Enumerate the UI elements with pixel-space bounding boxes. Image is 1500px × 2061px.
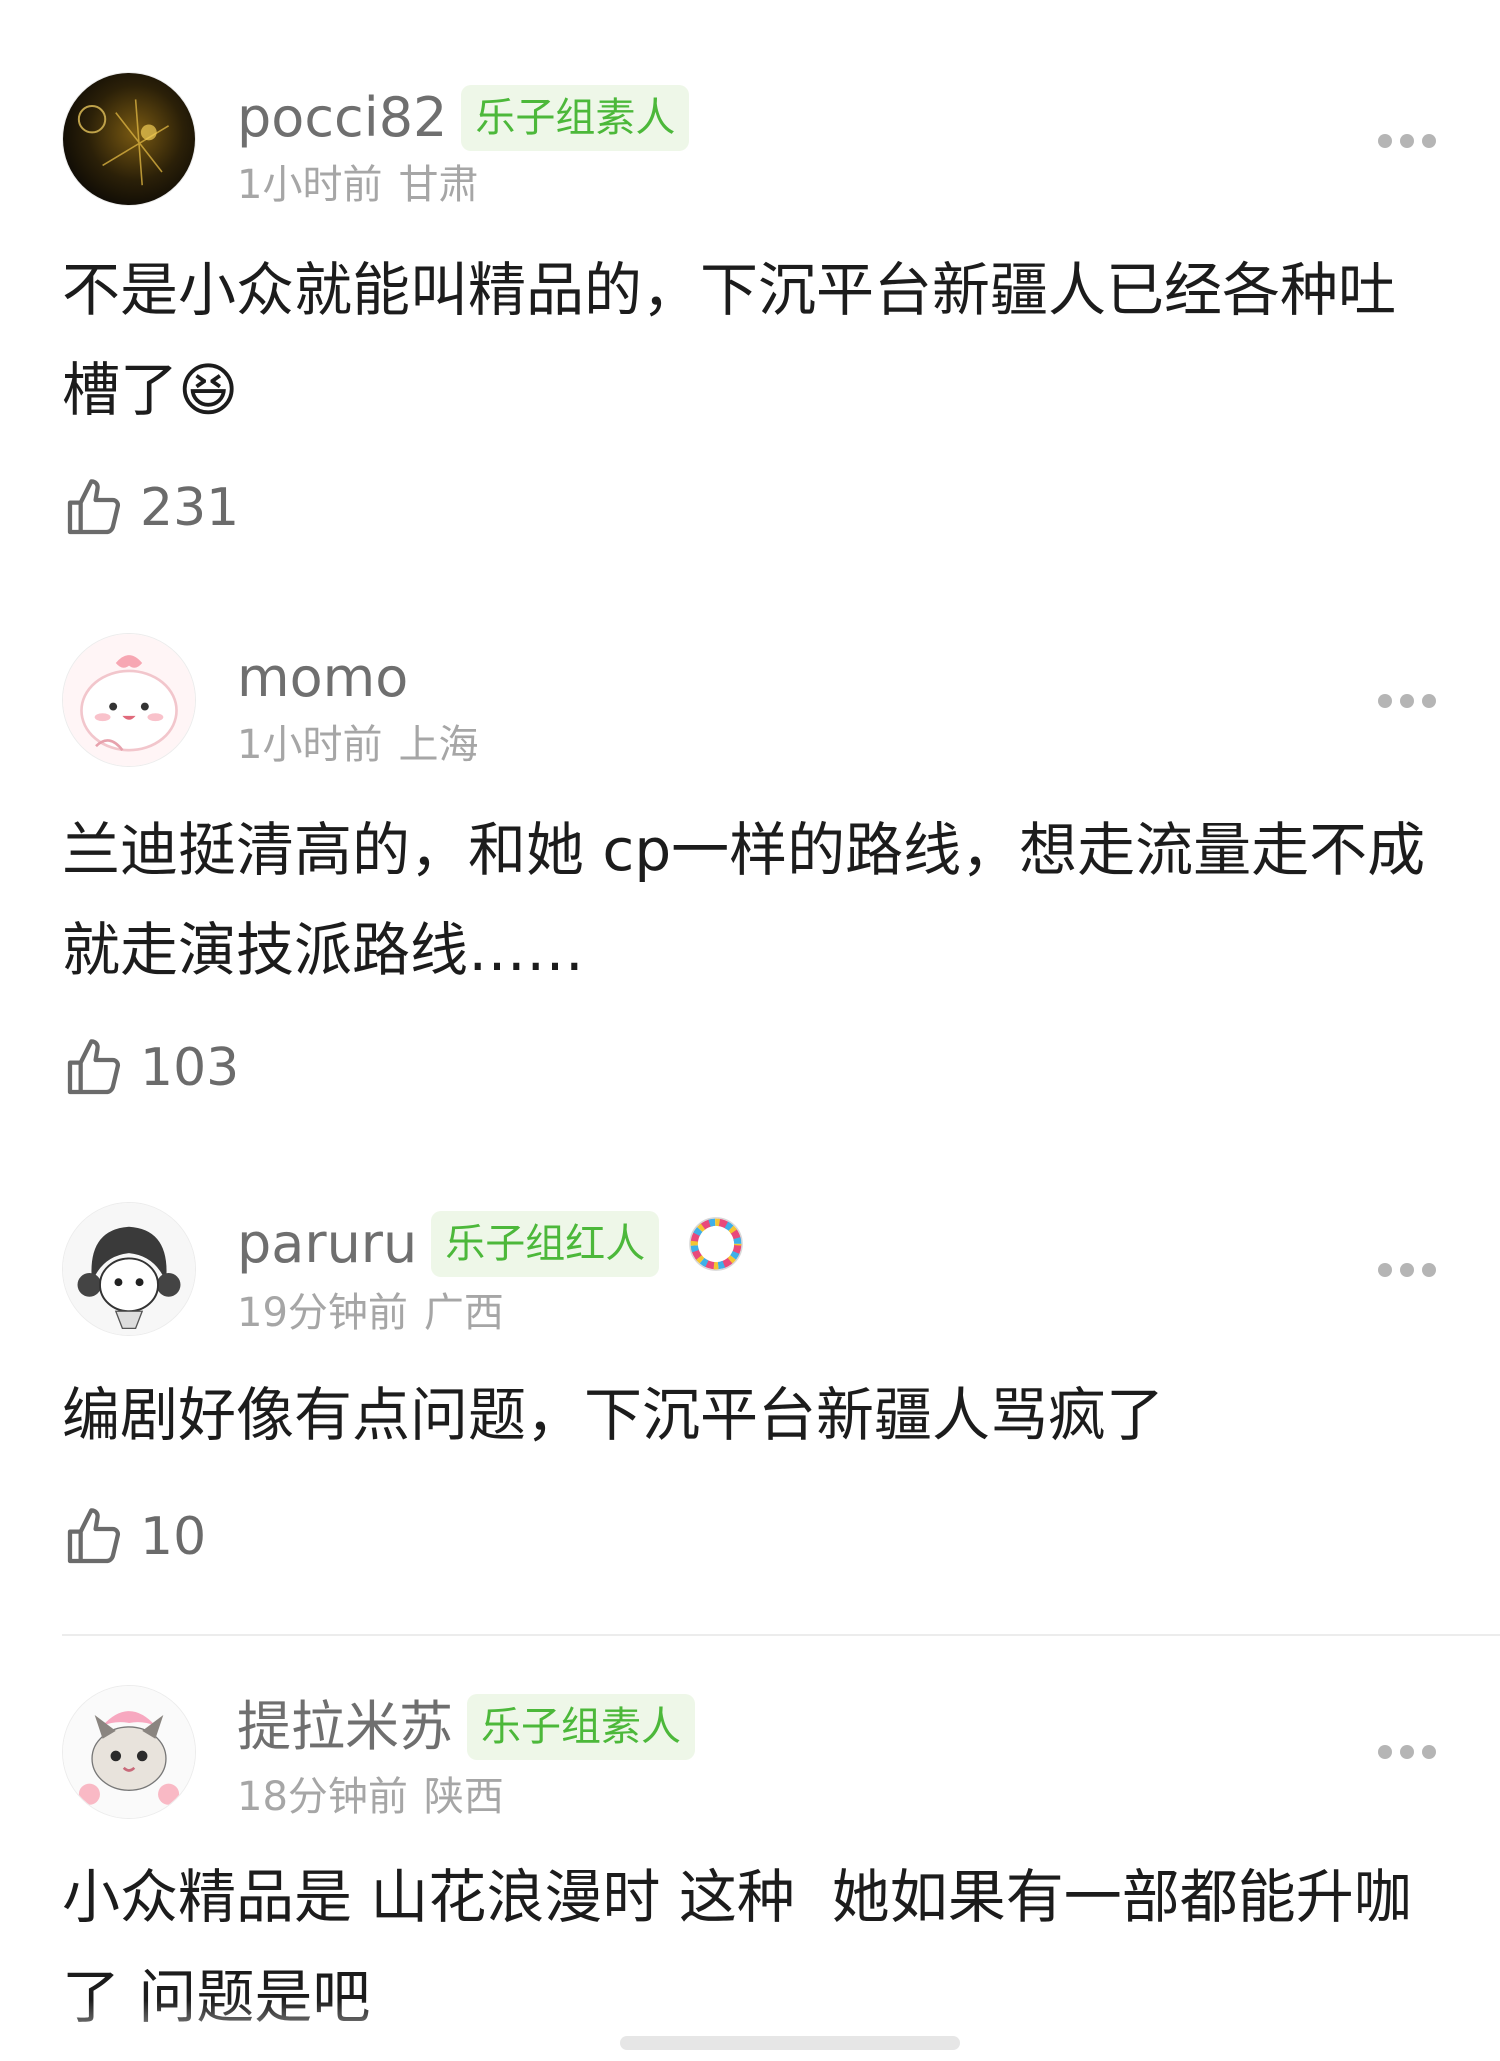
comment-location: 广西 — [423, 1290, 504, 1336]
thumbs-up-icon — [67, 1039, 121, 1095]
comment-body: 不是小众就能叫精品的，下沉平台新疆人已经各种吐槽了 — [62, 256, 1397, 424]
name-row: pocci82 乐子组素人 — [237, 83, 690, 153]
name-row: momo — [237, 643, 408, 713]
comment-meta: 1小时前 甘肃 — [237, 160, 478, 210]
laughing-emoji-icon: 😆 — [178, 356, 239, 424]
thumbs-up-icon — [67, 1508, 121, 1564]
avatar[interactable] — [62, 1685, 196, 1819]
comment-location: 上海 — [398, 722, 479, 768]
more-dots-icon[interactable] — [1378, 134, 1436, 148]
thumbs-up-icon — [67, 479, 121, 535]
avatar-image — [63, 1203, 195, 1335]
username[interactable]: pocci82 — [237, 83, 447, 153]
more-dots-icon[interactable] — [1378, 1745, 1436, 1759]
watermark — [620, 2036, 960, 2050]
comment-meta: 1小时前 上海 — [237, 720, 478, 770]
group-badge[interactable]: 乐子组红人 — [431, 1211, 660, 1277]
name-row: paruru 乐子组红人 — [237, 1209, 745, 1279]
comment-text: 小众精品是 山花浪漫时 这种 她如果有一部都能升咖了 问题是吧 — [62, 1863, 1412, 2031]
group-badge[interactable]: 乐子组素人 — [461, 85, 690, 151]
group-badge[interactable]: 乐子组素人 — [467, 1694, 695, 1760]
like-count: 231 — [140, 478, 240, 538]
comment-time: 19分钟前 — [237, 1290, 408, 1336]
comment-location: 甘肃 — [398, 162, 479, 208]
like-button[interactable]: 103 — [62, 1033, 239, 1103]
comment-location: 陕西 — [423, 1774, 504, 1820]
more-dots-icon[interactable] — [1378, 694, 1436, 708]
like-button[interactable]: 10 — [62, 1502, 206, 1572]
divider — [62, 1634, 1500, 1636]
name-row: 提拉米苏 乐子组素人 — [237, 1692, 695, 1762]
avatar-image — [63, 73, 195, 205]
avatar[interactable] — [62, 1202, 196, 1336]
comment-text: 编剧好像有点问题，下沉平台新疆人骂疯了 — [62, 1381, 1165, 1449]
comment-time: 1小时前 — [237, 162, 383, 208]
comment-text: 不是小众就能叫精品的，下沉平台新疆人已经各种吐槽了😆 — [62, 240, 1452, 440]
like-count: 10 — [140, 1507, 207, 1567]
username[interactable]: momo — [237, 643, 408, 713]
comment-meta: 19分钟前 广西 — [237, 1288, 504, 1338]
comment-time: 1小时前 — [237, 722, 383, 768]
avatar-image — [63, 1686, 195, 1818]
more-dots-icon[interactable] — [1378, 1263, 1436, 1277]
comment-text: 兰迪挺清高的，和她 cp一样的路线，想走流量走不成就走演技派路线…… — [62, 816, 1426, 984]
comment-meta: 18分钟前 陕西 — [237, 1772, 504, 1822]
like-button[interactable]: 231 — [62, 473, 239, 543]
avatar-image — [63, 634, 195, 766]
username[interactable]: paruru — [237, 1209, 417, 1279]
avatar[interactable] — [62, 72, 196, 206]
comment-time: 18分钟前 — [237, 1774, 408, 1820]
username[interactable]: 提拉米苏 — [237, 1692, 453, 1762]
medal-icon[interactable] — [687, 1215, 745, 1273]
like-count: 103 — [140, 1038, 240, 1098]
avatar[interactable] — [62, 633, 196, 767]
